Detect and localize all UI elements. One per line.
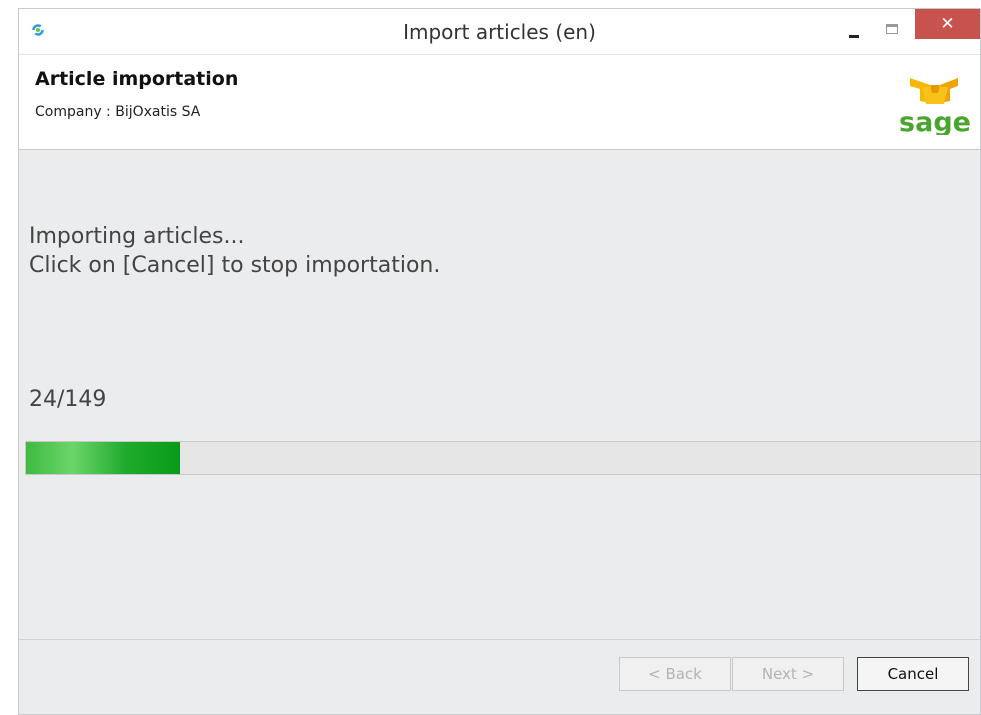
svg-text:sage: sage bbox=[900, 107, 970, 135]
back-button[interactable]: < Back bbox=[619, 657, 731, 691]
status-line-1: Importing articles... bbox=[29, 224, 245, 249]
minimize-button[interactable] bbox=[841, 19, 867, 45]
title-bar: Import articles (en) ✕ bbox=[19, 9, 980, 55]
company-label: Company : BijOxatis SA bbox=[35, 104, 201, 120]
dialog-header: Article importation Company : BijOxatis … bbox=[19, 55, 980, 150]
progress-fill bbox=[26, 442, 180, 474]
minimize-icon bbox=[849, 35, 859, 38]
next-button[interactable]: Next > bbox=[732, 657, 844, 691]
footer-divider bbox=[19, 639, 980, 640]
close-button[interactable]: ✕ bbox=[915, 9, 980, 39]
sage-logo: sage bbox=[900, 78, 970, 135]
progress-counter: 24/149 bbox=[29, 387, 107, 412]
status-line-2: Click on [Cancel] to stop importation. bbox=[29, 253, 441, 278]
status-message: Importing articles... Click on [Cancel] … bbox=[29, 222, 440, 280]
cancel-button[interactable]: Cancel bbox=[857, 657, 969, 691]
progress-bar bbox=[25, 441, 981, 475]
maximize-button[interactable] bbox=[881, 19, 907, 45]
window-title: Import articles (en) bbox=[403, 20, 596, 44]
page-title: Article importation bbox=[35, 68, 239, 90]
maximize-icon bbox=[886, 24, 898, 34]
close-icon: ✕ bbox=[940, 14, 955, 34]
import-dialog: Import articles (en) ✕ Article importati… bbox=[18, 8, 981, 715]
